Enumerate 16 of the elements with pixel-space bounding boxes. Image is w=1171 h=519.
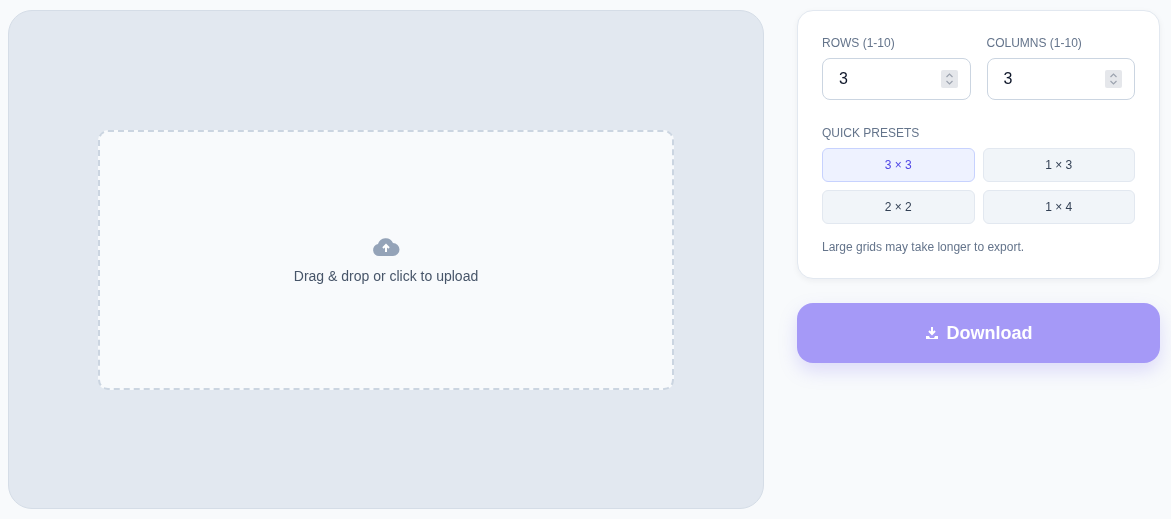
number-field[interactable]: 3 <box>822 58 971 100</box>
stepper-icon[interactable] <box>1105 70 1122 88</box>
field-label: ROWS (1-10) <box>822 36 896 50</box>
upload-dropzone[interactable]: Drag & drop or click to upload <box>98 129 674 390</box>
preset-button[interactable]: 1 × 3 <box>982 148 1135 182</box>
section-label: QUICK PRESETS <box>822 126 921 140</box>
number-field[interactable]: 3 <box>986 58 1135 100</box>
download-icon <box>924 326 939 340</box>
cloud-upload-icon <box>372 235 400 258</box>
hint-text: Large grids may take longer to export. <box>822 240 1026 254</box>
preset-button[interactable]: 1 × 4 <box>982 190 1135 224</box>
preset-button[interactable]: 3 × 3 <box>822 148 975 182</box>
preset-button[interactable]: 2 × 2 <box>822 190 975 224</box>
stepper-icon[interactable] <box>940 70 958 88</box>
upload-hint: Drag & drop or click to upload <box>293 267 479 284</box>
field-label: COLUMNS (1-10) <box>986 36 1083 50</box>
